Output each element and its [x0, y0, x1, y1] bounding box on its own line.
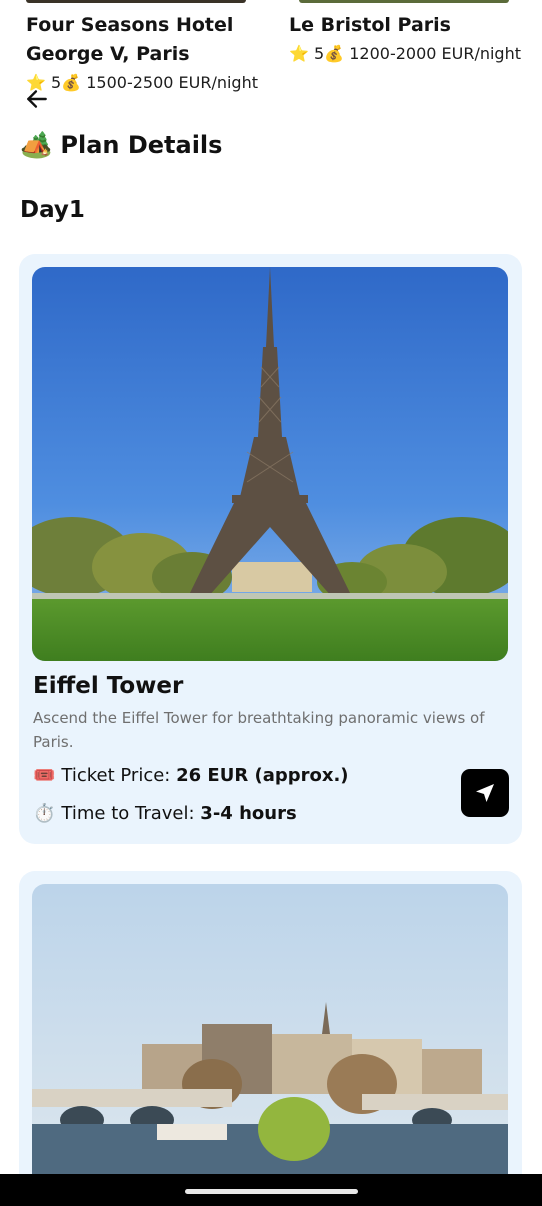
hotel-rating: 5	[314, 44, 325, 63]
hotel-list[interactable]: Four Seasons Hotel George V, Paris ⭐ 5💰 …	[0, 0, 542, 100]
place-image	[32, 884, 508, 1204]
travel-time-row: ⏱️ Time to Travel: 3-4 hours	[33, 800, 297, 828]
hotel-image	[26, 0, 246, 3]
hotel-meta: ⭐ 5💰 1500-2500 EUR/night	[26, 72, 276, 94]
place-card[interactable]	[19, 871, 522, 1206]
hotel-price: 1200-2000 EUR/night	[349, 44, 521, 63]
system-navigation-bar	[0, 1174, 542, 1206]
travel-time-value: 3-4 hours	[200, 803, 297, 824]
hotel-name: Four Seasons Hotel George V, Paris	[26, 14, 234, 65]
ticket-icon: 🎟️	[33, 765, 56, 786]
app-screen: Four Seasons Hotel George V, Paris ⭐ 5💰 …	[0, 0, 542, 1206]
hotel-card[interactable]: Four Seasons Hotel George V, Paris ⭐ 5💰 …	[26, 0, 276, 94]
navigate-button[interactable]	[461, 769, 509, 817]
money-bag-icon: 💰	[324, 44, 345, 63]
navigation-arrow-icon	[476, 784, 494, 802]
stopwatch-icon: ⏱️	[33, 803, 56, 824]
ticket-price-value: 26 EUR (approx.)	[176, 765, 349, 786]
travel-time-label: Time to Travel:	[61, 803, 195, 824]
day-label: Day1	[20, 197, 85, 223]
money-bag-icon: 💰	[61, 73, 82, 92]
hotel-meta: ⭐ 5💰 1200-2000 EUR/night	[289, 43, 542, 65]
place-name: Eiffel Tower	[33, 673, 184, 699]
hotel-card[interactable]: Le Bristol Paris ⭐ 5💰 1200-2000 EUR/nigh…	[289, 0, 542, 65]
back-button[interactable]	[24, 86, 50, 112]
place-description: Ascend the Eiffel Tower for breathtaking…	[33, 709, 485, 751]
star-icon: ⭐	[289, 44, 309, 63]
hotel-name: Le Bristol Paris	[289, 14, 451, 36]
place-image	[32, 267, 508, 661]
home-indicator[interactable]	[185, 1189, 358, 1194]
plan-details-heading: 🏕️ Plan Details	[20, 128, 222, 162]
arrow-left-icon	[27, 90, 47, 108]
page-title: Plan Details	[60, 131, 223, 159]
tent-icon: 🏕️	[20, 130, 53, 160]
ticket-price-row: 🎟️ Ticket Price: 26 EUR (approx.)	[33, 762, 349, 790]
hotel-price: 1500-2500 EUR/night	[86, 73, 258, 92]
ticket-price-label: Ticket Price:	[61, 765, 171, 786]
hotel-rating: 5	[51, 73, 62, 92]
place-card[interactable]: Eiffel Tower Ascend the Eiffel Tower for…	[19, 254, 522, 844]
hotel-image	[299, 0, 509, 3]
